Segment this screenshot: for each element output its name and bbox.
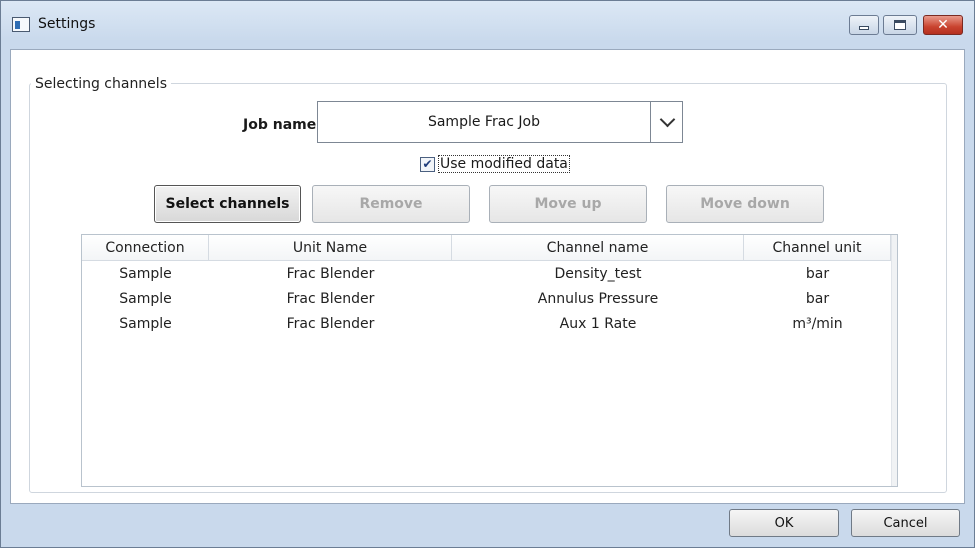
column-header-connection[interactable]: Connection: [82, 235, 209, 261]
table-row[interactable]: Sample Frac Blender Annulus Pressure bar: [82, 286, 891, 311]
close-icon: ✕: [937, 17, 949, 33]
chevron-down-icon[interactable]: [659, 111, 676, 128]
maximize-icon: [894, 20, 906, 30]
ok-button[interactable]: OK: [729, 509, 839, 537]
minimize-button[interactable]: [849, 15, 879, 35]
minimize-icon: [859, 26, 869, 30]
cell-connection: Sample: [119, 265, 172, 282]
job-name-label: Job name:: [243, 117, 322, 133]
column-header-channel-unit[interactable]: Channel unit: [744, 235, 891, 261]
table-row[interactable]: Sample Frac Blender Density_test bar: [82, 261, 891, 286]
cell-connection: Sample: [119, 315, 172, 332]
select-channels-button[interactable]: Select channels: [154, 185, 301, 223]
cell-channel-name: Annulus Pressure: [537, 290, 659, 307]
use-modified-data-option[interactable]: ✔ Use modified data: [420, 154, 570, 174]
column-header-unit-name[interactable]: Unit Name: [209, 235, 452, 261]
cell-unit-name: Frac Blender: [286, 290, 375, 307]
job-name-value: Sample Frac Job: [427, 114, 541, 130]
cell-channel-name: Density_test: [554, 265, 642, 282]
title-bar[interactable]: Settings ✕: [1, 1, 974, 49]
close-button[interactable]: ✕: [923, 15, 963, 35]
cell-unit-name: Frac Blender: [286, 265, 375, 282]
dialog-client-area: Selecting channels Job name: Sample Frac…: [10, 49, 965, 504]
cell-channel-name: Aux 1 Rate: [559, 315, 637, 332]
cell-channel-unit: bar: [805, 265, 830, 282]
remove-button[interactable]: Remove: [312, 185, 470, 223]
table-scroll-edge: [891, 235, 897, 486]
table-header: Connection Unit Name Channel name Channe…: [82, 235, 891, 261]
cell-channel-unit: bar: [805, 290, 830, 307]
channels-table[interactable]: Connection Unit Name Channel name Channe…: [81, 234, 898, 487]
column-header-channel-name[interactable]: Channel name: [452, 235, 744, 261]
dropdown-divider: [650, 102, 651, 142]
cancel-button[interactable]: Cancel: [851, 509, 960, 537]
use-modified-data-checkbox[interactable]: ✔: [420, 156, 435, 172]
cell-connection: Sample: [119, 290, 172, 307]
app-window-icon: [12, 17, 30, 32]
window-title: Settings: [38, 16, 96, 32]
use-modified-data-label[interactable]: Use modified data: [438, 155, 570, 173]
table-row[interactable]: Sample Frac Blender Aux 1 Rate m³/min: [82, 311, 891, 336]
job-name-dropdown[interactable]: Sample Frac Job: [317, 101, 683, 143]
move-down-button[interactable]: Move down: [666, 185, 824, 223]
settings-window: Settings ✕ Selecting channels Job name: …: [0, 0, 975, 548]
cell-unit-name: Frac Blender: [286, 315, 375, 332]
group-label: Selecting channels: [31, 76, 171, 92]
cell-channel-unit: m³/min: [792, 315, 843, 332]
move-up-button[interactable]: Move up: [489, 185, 647, 223]
maximize-button[interactable]: [883, 15, 917, 35]
